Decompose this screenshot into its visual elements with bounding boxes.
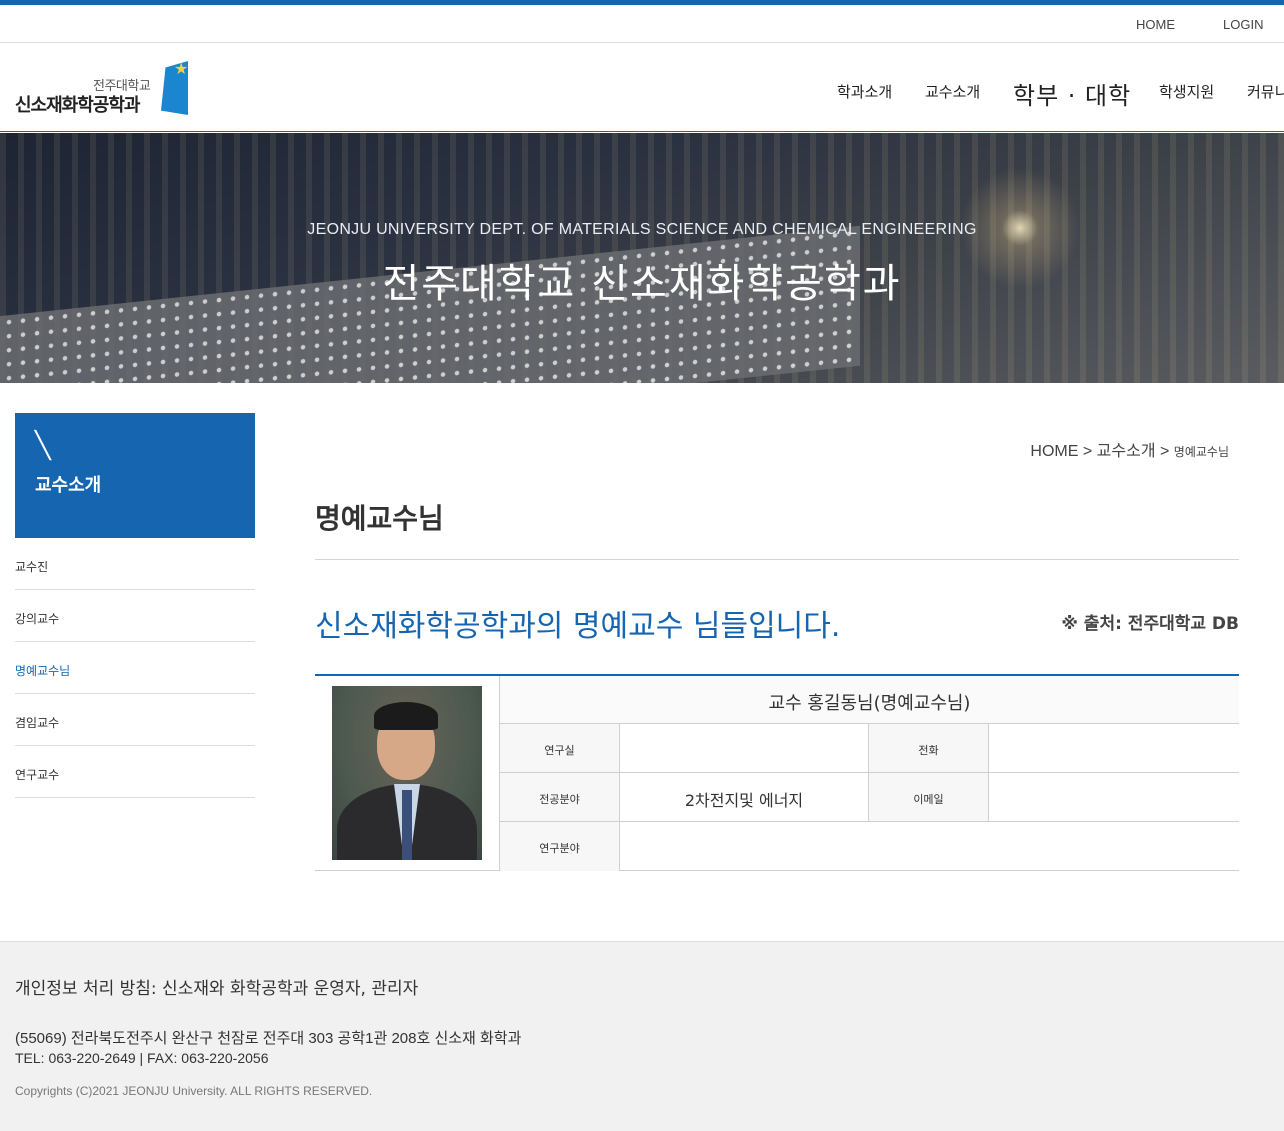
- profile-row: 연구실 전화: [500, 724, 1239, 773]
- side-nav-item-emeritus[interactable]: 명예교수님: [15, 642, 255, 694]
- side-navigation: ╲ 교수소개 교수진 강의교수 명예교수님 겸임교수 연구교수: [15, 413, 255, 798]
- side-nav-item-lecturers[interactable]: 강의교수: [15, 590, 255, 642]
- site-footer: 개인정보 처리 방침: 신소재와 화학공학과 운영자, 관리자 (55069) …: [0, 941, 1284, 1131]
- email-value: [989, 773, 1239, 821]
- side-nav-item-adjunct[interactable]: 겸임교수: [15, 694, 255, 746]
- page-title: 명예교수님: [315, 502, 444, 535]
- home-link[interactable]: HOME: [1136, 17, 1175, 32]
- logo-department-text: 신소재화학공학과: [15, 95, 140, 116]
- research-label: 연구분야: [500, 822, 620, 871]
- footer-address: (55069) 전라북도전주시 완산구 천잠로 전주대 303 공학1관 208…: [15, 1030, 522, 1047]
- professor-name: 교수 홍길동님(명예교수님): [500, 676, 1239, 724]
- profile-row: 전공분야 2차전지및 에너지 이메일: [500, 773, 1239, 822]
- hero-banner: JEONJU UNIVERSITY DEPT. OF MATERIALS SCI…: [0, 133, 1284, 383]
- utility-nav: HOME LOGIN: [0, 5, 1284, 43]
- professor-photo: [332, 686, 482, 860]
- breadcrumb-home[interactable]: HOME: [1030, 443, 1078, 460]
- photo-hair: [374, 702, 438, 730]
- login-link[interactable]: LOGIN: [1223, 17, 1263, 32]
- research-value: [620, 822, 1239, 871]
- side-nav-item-research[interactable]: 연구교수: [15, 746, 255, 798]
- gnb-item-1[interactable]: 학과소개: [837, 81, 892, 102]
- gnb-item-4[interactable]: 학생지원: [1159, 81, 1214, 102]
- side-nav-item-faculty[interactable]: 교수진: [15, 538, 255, 590]
- gnb-item-3[interactable]: 학부 · 대학: [1013, 76, 1131, 111]
- side-nav-list: 교수진 강의교수 명예교수님 겸임교수 연구교수: [15, 538, 255, 798]
- breadcrumb-separator: >: [1160, 443, 1170, 460]
- banner-subtitle: JEONJU UNIVERSITY DEPT. OF MATERIALS SCI…: [307, 221, 977, 238]
- side-nav-header: ╲ 교수소개: [15, 413, 255, 538]
- title-divider: [315, 559, 1239, 560]
- gnb-item-5[interactable]: 커뮤니티: [1247, 81, 1284, 102]
- footer-privacy-line: 개인정보 처리 방침: 신소재와 화학공학과 운영자, 관리자: [15, 979, 419, 999]
- phone-label: 전화: [869, 724, 989, 772]
- profile-photo-cell: [315, 676, 500, 871]
- profile-table: 교수 홍길동님(명예교수님) 연구실 전화 전공분야 2차전지및 에너지 이메일…: [315, 674, 1239, 871]
- office-value: [620, 724, 869, 772]
- profile-row: 연구분야: [500, 822, 1239, 871]
- footer-copyright: Copyrights (C)2021 JEONJU University. AL…: [15, 1084, 373, 1098]
- university-logo[interactable]: 전주대학교 신소재화학공학과 ★: [15, 59, 190, 117]
- site-header: 전주대학교 신소재화학공학과 ★ 학과소개 교수소개 학부 · 대학 학생지원 …: [0, 43, 1284, 132]
- breadcrumb-section[interactable]: 교수소개: [1097, 443, 1156, 460]
- footer-contact: TEL: 063-220-2649 | FAX: 063-220-2056: [15, 1050, 269, 1066]
- email-label: 이메일: [869, 773, 989, 821]
- pencil-icon: ╲: [35, 431, 51, 461]
- breadcrumb-current: 명예교수님: [1173, 445, 1229, 459]
- source-note: ※ 출처: 전주대학교 DB: [1061, 614, 1239, 634]
- side-nav-title: 교수소개: [35, 475, 102, 496]
- breadcrumb-separator: >: [1082, 443, 1093, 460]
- office-label: 연구실: [500, 724, 620, 772]
- banner-title: 전주대학교 신소재화학공학과: [382, 261, 902, 307]
- phone-value: [989, 724, 1239, 772]
- gnb-item-2[interactable]: 교수소개: [925, 81, 980, 102]
- lead-heading: 신소재화학공학과의 명예교수 님들입니다.: [315, 609, 841, 644]
- photo-tie: [402, 790, 412, 860]
- star-icon: ★: [174, 59, 189, 78]
- breadcrumb: HOME > 교수소개 > 명예교수님: [1030, 437, 1229, 461]
- major-value: 2차전지및 에너지: [620, 773, 869, 821]
- major-label: 전공분야: [500, 773, 620, 821]
